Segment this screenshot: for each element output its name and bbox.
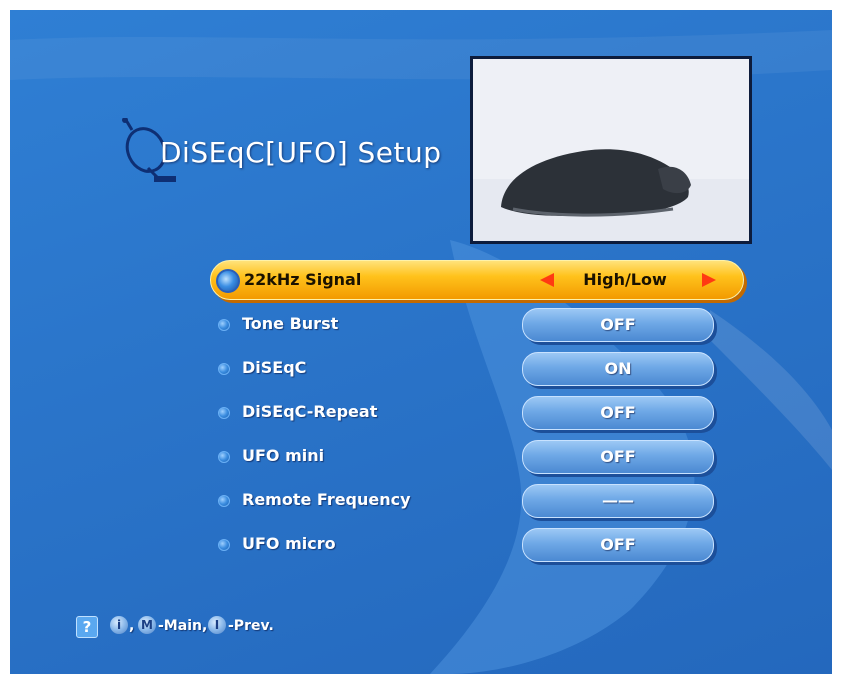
menu-value-diseqc: ON <box>604 359 632 378</box>
menu-label-ufo-mini: UFO mini <box>242 446 325 465</box>
title-area: DiSEqC[UFO] Setup <box>118 118 458 188</box>
info-button-icon[interactable]: i <box>110 616 128 634</box>
bullet-icon <box>218 495 230 507</box>
arrow-left-icon[interactable] <box>540 273 554 287</box>
menu-label-22khz-signal: 22kHz Signal <box>244 270 362 289</box>
bullet-icon <box>218 319 230 331</box>
menu-label-tone-burst: Tone Burst <box>242 314 339 333</box>
setup-screen: DiSEqC[UFO] Setup 22kHz Signal High/Low … <box>10 10 832 674</box>
menu-value-22khz-signal: High/Low <box>583 270 667 289</box>
menu-row-ufo-micro[interactable]: UFO micro OFF <box>210 526 750 562</box>
menu-value-remote-frequency: —— <box>602 491 634 510</box>
bullet-icon <box>218 451 230 463</box>
menu-label-remote-frequency: Remote Frequency <box>242 490 411 509</box>
menu-row-22khz-signal[interactable]: 22kHz Signal High/Low <box>210 260 750 300</box>
arrow-right-icon[interactable] <box>702 273 716 287</box>
menu-label-diseqc: DiSEqC <box>242 358 307 377</box>
menu-row-remote-frequency[interactable]: Remote Frequency —— <box>210 482 750 518</box>
menu-row-tone-burst[interactable]: Tone Burst OFF <box>210 306 750 342</box>
value-pill[interactable]: OFF <box>522 396 714 430</box>
help-icon[interactable]: ? <box>76 616 98 638</box>
value-pill[interactable]: OFF <box>522 440 714 474</box>
bullet-icon <box>218 363 230 375</box>
menu-row-diseqc-repeat[interactable]: DiSEqC-Repeat OFF <box>210 394 750 430</box>
value-pill[interactable]: —— <box>522 484 714 518</box>
footer-main-text: -Main, <box>158 618 208 634</box>
menu-value-diseqc-repeat: OFF <box>600 403 636 422</box>
bullet-icon <box>218 539 230 551</box>
footer-hints: ? i , M -Main, I -Prev. <box>76 614 396 640</box>
bullet-icon <box>218 407 230 419</box>
menu-value-ufo-micro: OFF <box>600 535 636 554</box>
prev-button-icon[interactable]: I <box>208 616 226 634</box>
menu-label-diseqc-repeat: DiSEqC-Repeat <box>242 402 378 421</box>
menu-value-ufo-mini: OFF <box>600 447 636 466</box>
menu-value-tone-burst: OFF <box>600 315 636 334</box>
menu-row-diseqc[interactable]: DiSEqC ON <box>210 350 750 386</box>
footer-comma: , <box>129 618 135 634</box>
video-preview <box>470 56 752 244</box>
footer-prev-text: -Prev. <box>228 618 274 634</box>
value-pill[interactable]: OFF <box>522 308 714 342</box>
bullet-icon <box>216 269 240 293</box>
value-pill[interactable]: OFF <box>522 528 714 562</box>
menu-label-ufo-micro: UFO micro <box>242 534 336 553</box>
menu-row-ufo-mini[interactable]: UFO mini OFF <box>210 438 750 474</box>
preview-image <box>473 59 749 241</box>
page-title: DiSEqC[UFO] Setup <box>160 136 442 169</box>
main-button-icon[interactable]: M <box>138 616 156 634</box>
value-pill[interactable]: ON <box>522 352 714 386</box>
